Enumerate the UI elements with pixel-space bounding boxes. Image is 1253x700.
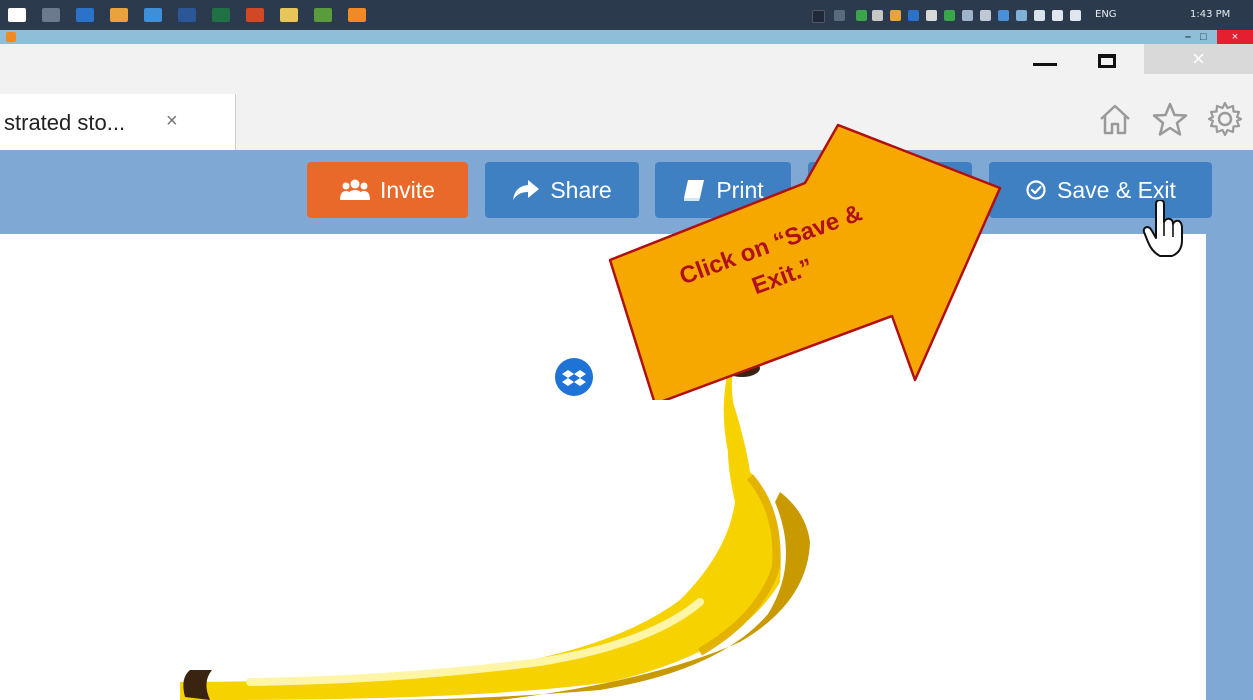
taskbar-app-powerpoint-icon[interactable] bbox=[246, 8, 264, 22]
browser-tab[interactable]: strated sto... × bbox=[0, 94, 236, 150]
tray-icon[interactable] bbox=[944, 10, 955, 21]
canvas-margin bbox=[1206, 234, 1253, 700]
tray-icon[interactable] bbox=[856, 10, 867, 21]
dropbox-badge[interactable] bbox=[555, 358, 593, 396]
taskbar-app-excel-icon[interactable] bbox=[212, 8, 230, 22]
tray-icon[interactable] bbox=[834, 10, 845, 21]
bluetooth-icon[interactable] bbox=[980, 10, 991, 21]
group-icon bbox=[340, 179, 370, 200]
strip-close-button[interactable]: × bbox=[1217, 30, 1253, 44]
taskbar-app-explorer-icon[interactable] bbox=[280, 8, 298, 22]
share-arrow-icon bbox=[513, 180, 540, 200]
recorder-icon bbox=[6, 32, 16, 42]
restore-button[interactable] bbox=[1098, 54, 1116, 68]
tray-icon[interactable] bbox=[926, 10, 937, 21]
window-title-strip: – □ bbox=[0, 30, 1253, 44]
tab-title: strated sto... bbox=[4, 110, 126, 135]
tab-close-button[interactable]: × bbox=[166, 110, 178, 133]
clock[interactable]: 1:43 PM bbox=[1190, 9, 1230, 20]
settings-gear-icon[interactable] bbox=[1206, 100, 1244, 138]
tray-icon[interactable] bbox=[890, 10, 901, 21]
tray-icon[interactable] bbox=[1016, 10, 1027, 21]
taskbar-app-recorder-icon[interactable] bbox=[348, 8, 366, 22]
windows-taskbar: ENG 1:43 PM bbox=[0, 0, 1253, 30]
taskbar-app-outlook-icon[interactable] bbox=[76, 8, 94, 22]
taskbar-app-ie-icon[interactable] bbox=[144, 8, 162, 22]
volume-icon[interactable] bbox=[872, 10, 883, 21]
favorites-star-icon[interactable] bbox=[1150, 100, 1190, 138]
tray-icon[interactable] bbox=[998, 10, 1009, 21]
close-window-button[interactable]: × bbox=[1144, 44, 1253, 74]
tray-icon[interactable] bbox=[1034, 10, 1045, 21]
tray-icon[interactable] bbox=[908, 10, 919, 21]
invite-label: Invite bbox=[380, 176, 435, 203]
taskbar-app-word-icon[interactable] bbox=[178, 8, 196, 22]
dropbox-icon bbox=[562, 370, 586, 386]
strip-restore-button[interactable]: □ bbox=[1200, 31, 1207, 43]
home-icon[interactable] bbox=[1096, 100, 1134, 138]
banana-illustration[interactable] bbox=[180, 352, 860, 700]
taskbar-app-start-icon[interactable] bbox=[8, 8, 26, 22]
tray-icon[interactable] bbox=[962, 10, 973, 21]
language-indicator[interactable]: ENG bbox=[1095, 9, 1117, 20]
minimize-button[interactable] bbox=[1033, 63, 1057, 66]
tray-icon[interactable] bbox=[812, 10, 825, 23]
network-icon[interactable] bbox=[1052, 10, 1063, 21]
strip-minimize-button[interactable]: – bbox=[1185, 31, 1191, 43]
invite-button[interactable]: Invite bbox=[307, 162, 468, 218]
wifi-signal-icon[interactable] bbox=[1070, 10, 1081, 21]
taskbar-app-chrome-icon[interactable] bbox=[110, 8, 128, 22]
hand-cursor-icon bbox=[1142, 200, 1183, 257]
taskbar-app-camtasia-icon[interactable] bbox=[314, 8, 332, 22]
taskbar-app-task-view-icon[interactable] bbox=[42, 8, 60, 22]
